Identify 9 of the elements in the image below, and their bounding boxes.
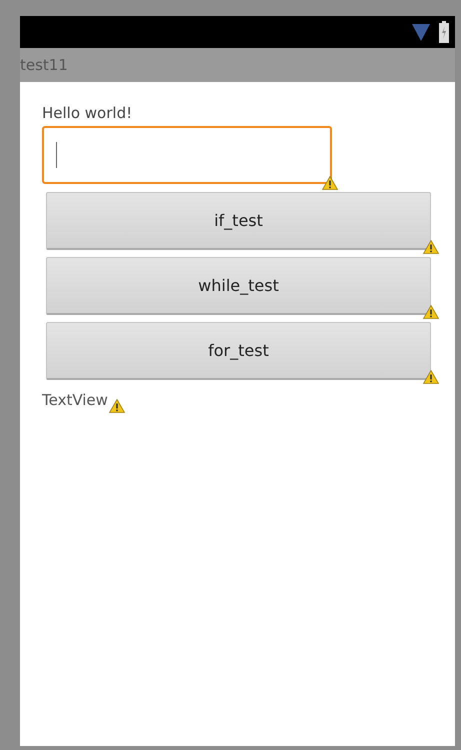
test-button[interactable]: if_test — [46, 192, 431, 250]
test-button[interactable]: while_test — [46, 257, 431, 315]
hello-text: Hello world! — [42, 104, 134, 122]
battery-icon — [439, 21, 449, 43]
input-field[interactable] — [42, 126, 332, 184]
test-button[interactable]: for_test — [46, 322, 431, 380]
text-view: TextView — [42, 391, 108, 409]
app-title: test11 — [20, 56, 68, 74]
wifi-icon — [411, 22, 431, 42]
